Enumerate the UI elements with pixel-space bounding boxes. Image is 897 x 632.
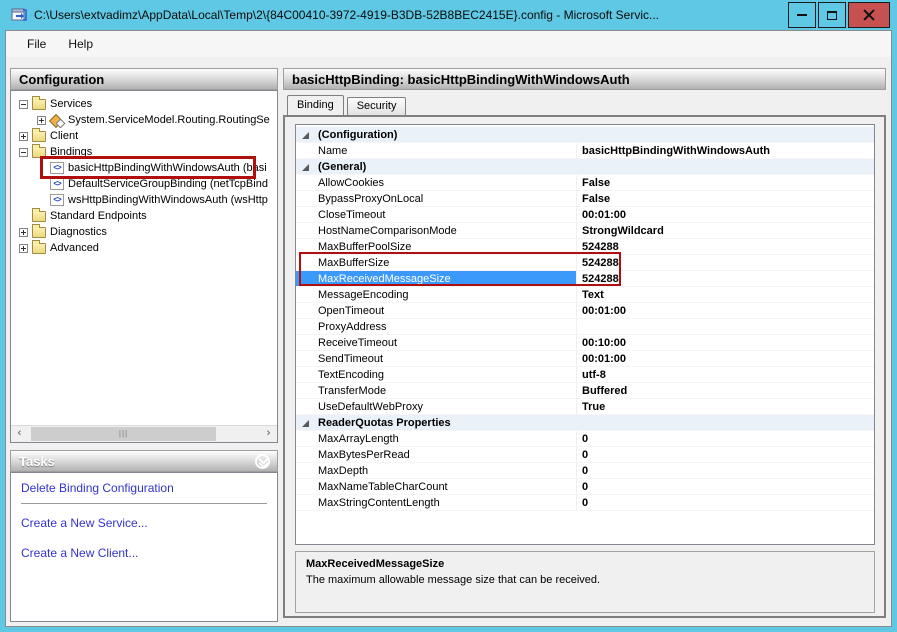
grid-row-maxstringcontentlength[interactable]: MaxStringContentLength0 <box>296 495 874 511</box>
close-icon <box>862 8 876 22</box>
grid-row-name[interactable]: NamebasicHttpBindingWithWindowsAuth <box>296 143 874 159</box>
scroll-right-arrow-icon[interactable]: › <box>260 426 277 442</box>
property-grid: (Configuration) NamebasicHttpBindingWith… <box>295 124 875 545</box>
grid-category-row[interactable]: (Configuration) <box>296 127 874 143</box>
maximize-icon <box>827 11 837 20</box>
grid-category-row[interactable]: ReaderQuotas Properties <box>296 415 874 431</box>
workspace: Configuration Services System.ServiceMod… <box>6 57 891 626</box>
scroll-left-arrow-icon[interactable]: ‹ <box>11 426 28 442</box>
tree-item-bindings[interactable]: Bindings <box>11 144 277 160</box>
expand-expander-icon[interactable] <box>37 116 46 125</box>
binding-icon <box>50 162 64 174</box>
grid-row-sendtimeout[interactable]: SendTimeout00:01:00 <box>296 351 874 367</box>
grid-row-receivetimeout[interactable]: ReceiveTimeout00:10:00 <box>296 335 874 351</box>
text-caret <box>620 272 621 284</box>
tab-security[interactable]: Security <box>347 97 407 115</box>
property-description-panel: MaxReceivedMessageSize The maximum allow… <box>295 551 875 613</box>
grid-row-usedefaultwebproxy[interactable]: UseDefaultWebProxyTrue <box>296 399 874 415</box>
grid-row-textencoding[interactable]: TextEncodingutf-8 <box>296 367 874 383</box>
description-title: MaxReceivedMessageSize <box>306 558 864 570</box>
binding-page-title: basicHttpBinding: basicHttpBindingWithWi… <box>283 68 886 90</box>
tree-item-routing-service[interactable]: System.ServiceModel.Routing.RoutingSe <box>11 112 277 128</box>
menu-bar: File Help <box>6 31 891 57</box>
category-expanded-icon[interactable] <box>302 420 309 427</box>
tasks-header: Tasks <box>10 450 278 472</box>
grid-row-maxreceivedmessagesize[interactable]: MaxReceivedMessageSize524288 <box>296 271 874 287</box>
configuration-tree: Services System.ServiceModel.Routing.Rou… <box>10 90 278 443</box>
grid-row-transfermode[interactable]: TransferModeBuffered <box>296 383 874 399</box>
expand-expander-icon[interactable] <box>19 244 28 253</box>
maximize-button[interactable] <box>818 2 846 28</box>
folder-icon <box>32 211 46 222</box>
delete-binding-configuration-link[interactable]: Delete Binding Configuration <box>21 481 267 495</box>
category-expanded-icon[interactable] <box>302 164 309 171</box>
folder-icon <box>32 147 46 158</box>
binding-tab-page: (Configuration) NamebasicHttpBindingWith… <box>283 115 886 618</box>
grid-row-bypassproxyonlocal[interactable]: BypassProxyOnLocalFalse <box>296 191 874 207</box>
create-new-client-link[interactable]: Create a New Client... <box>21 546 267 560</box>
create-new-service-link[interactable]: Create a New Service... <box>21 516 267 530</box>
tree-item-client[interactable]: Client <box>11 128 277 144</box>
collapse-expander-icon[interactable] <box>19 100 28 109</box>
expand-expander-icon[interactable] <box>19 228 28 237</box>
tree-item-defaultservicegroupbinding[interactable]: DefaultServiceGroupBinding (netTcpBind <box>11 176 277 192</box>
description-text: The maximum allowable message size that … <box>306 574 864 586</box>
titlebar: C:\Users\extvadimz\AppData\Local\Temp\2\… <box>5 0 892 30</box>
tree-item-advanced[interactable]: Advanced <box>11 240 277 256</box>
service-icon <box>50 114 64 127</box>
expand-expander-icon[interactable] <box>19 132 28 141</box>
folder-icon <box>32 227 46 238</box>
grid-category-row[interactable]: (General) <box>296 159 874 175</box>
app-window: C:\Users\extvadimz\AppData\Local\Temp\2\… <box>0 0 897 632</box>
minimize-button[interactable] <box>788 2 816 28</box>
grid-row-hostnamecomparisonmode[interactable]: HostNameComparisonModeStrongWildcard <box>296 223 874 239</box>
app-icon <box>11 7 28 23</box>
menu-file[interactable]: File <box>16 32 57 56</box>
tab-strip: Binding Security <box>287 95 409 115</box>
grid-row-maxbytesperread[interactable]: MaxBytesPerRead0 <box>296 447 874 463</box>
scrollbar-thumb[interactable]: ||| <box>31 427 216 441</box>
grid-row-messageencoding[interactable]: MessageEncodingText <box>296 287 874 303</box>
binding-icon <box>50 194 64 206</box>
minimize-icon <box>797 14 807 16</box>
tab-binding[interactable]: Binding <box>287 95 344 115</box>
grid-row-maxbufferpoolsize[interactable]: MaxBufferPoolSize524288 <box>296 239 874 255</box>
window-title: C:\Users\extvadimz\AppData\Local\Temp\2\… <box>34 8 786 22</box>
grid-row-opentimeout[interactable]: OpenTimeout00:01:00 <box>296 303 874 319</box>
folder-icon <box>32 99 46 110</box>
tasks-separator <box>21 503 267 504</box>
tree-item-standard-endpoints[interactable]: Standard Endpoints <box>11 208 277 224</box>
grid-row-maxarraylength[interactable]: MaxArrayLength0 <box>296 431 874 447</box>
folder-icon <box>32 131 46 142</box>
category-expanded-icon[interactable] <box>302 132 309 139</box>
close-button[interactable] <box>848 2 890 28</box>
tree-horizontal-scrollbar[interactable]: ‹ ||| › <box>11 425 277 442</box>
grid-row-closetimeout[interactable]: CloseTimeout00:01:00 <box>296 207 874 223</box>
tree-item-services[interactable]: Services <box>11 96 277 112</box>
menu-help[interactable]: Help <box>57 32 104 56</box>
collapse-panel-chevron-icon[interactable] <box>255 454 270 469</box>
binding-icon <box>50 178 64 190</box>
tree-item-diagnostics[interactable]: Diagnostics <box>11 224 277 240</box>
grid-row-maxdepth[interactable]: MaxDepth0 <box>296 463 874 479</box>
tree-item-basichttpbinding[interactable]: basicHttpBindingWithWindowsAuth (basi <box>11 160 277 176</box>
collapse-expander-icon[interactable] <box>19 148 28 157</box>
grid-row-proxyaddress[interactable]: ProxyAddress <box>296 319 874 335</box>
grid-row-maxbuffersize[interactable]: MaxBufferSize524288 <box>296 255 874 271</box>
tree-item-wshttpbinding[interactable]: wsHttpBindingWithWindowsAuth (wsHttp <box>11 192 277 208</box>
grid-row-maxnametablecharcount[interactable]: MaxNameTableCharCount0 <box>296 479 874 495</box>
client-area: File Help Configuration Services Sys <box>5 30 892 627</box>
tasks-panel: Delete Binding Configuration Create a Ne… <box>10 472 278 622</box>
folder-icon <box>32 243 46 254</box>
configuration-header: Configuration <box>10 68 278 90</box>
grid-row-allowcookies[interactable]: AllowCookiesFalse <box>296 175 874 191</box>
